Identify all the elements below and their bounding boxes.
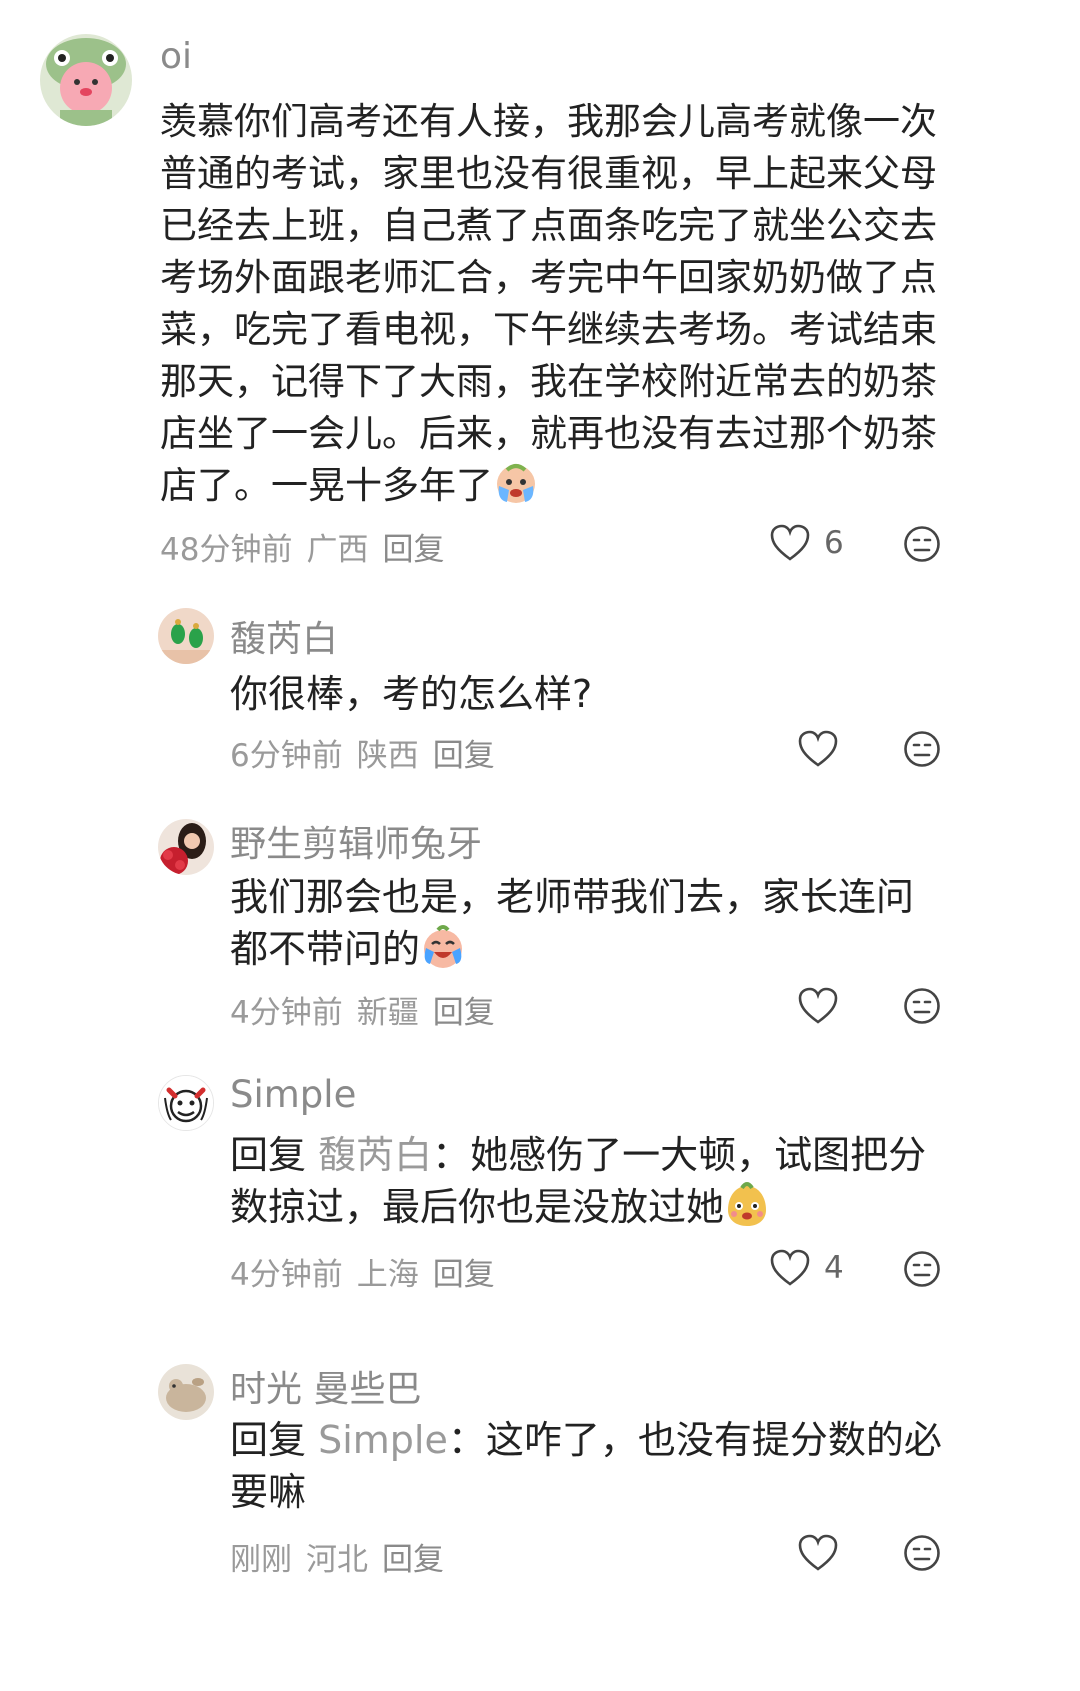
heart-outline-icon [798, 730, 838, 767]
neutral-face-icon [904, 1535, 940, 1571]
comment-text-body: 羡慕你们高考还有人接，我那会儿高考就像一次普通的考试，家里也没有很重视，早上起来… [160, 100, 937, 507]
like-count: 6 [824, 525, 844, 561]
like-button[interactable] [798, 987, 838, 1025]
like-button[interactable]: 6 [770, 524, 844, 562]
avatar[interactable] [158, 819, 214, 875]
dislike-button[interactable] [903, 1534, 941, 1576]
timestamp: 4分钟前 [230, 995, 343, 1031]
location: 上海 [356, 1257, 419, 1293]
comment-meta: 4分钟前 新疆 回复 [230, 987, 509, 1032]
avatar[interactable] [158, 1364, 214, 1420]
location: 新疆 [356, 995, 419, 1031]
colon: ： [432, 1133, 471, 1177]
dislike-button[interactable] [903, 987, 941, 1029]
neutral-face-icon [904, 1251, 940, 1287]
neutral-face-icon [904, 731, 940, 767]
username[interactable]: 馥芮白 [230, 610, 338, 662]
timestamp: 6分钟前 [230, 738, 343, 774]
avatar[interactable] [40, 34, 132, 126]
comment-item: Simple 回复 馥芮白：她感伤了一大顿，试图把分数掠过，最后你也是没放过她 … [0, 1057, 1080, 1342]
avatar[interactable] [158, 1075, 214, 1131]
comment-meta: 6分钟前 陕西 回复 [230, 730, 509, 775]
reply-button[interactable]: 回复 [382, 1542, 444, 1578]
username[interactable]: Simple [230, 1073, 356, 1116]
like-count: 4 [824, 1250, 844, 1286]
neutral-face-icon [904, 988, 940, 1024]
comment-text: 回复 馥芮白：她感伤了一大顿，试图把分数掠过，最后你也是没放过她 [230, 1129, 960, 1233]
reply-target-username[interactable]: Simple [318, 1418, 448, 1462]
reply-button[interactable]: 回复 [433, 995, 495, 1031]
location: 广西 [306, 532, 369, 568]
smiling-mascot-emoji [728, 1182, 767, 1226]
reply-button[interactable]: 回复 [433, 1257, 495, 1293]
comment-text: 回复 Simple：这咋了，也没有提分数的必要嘛 [230, 1414, 960, 1518]
like-button[interactable] [798, 730, 838, 768]
location: 陕西 [356, 738, 419, 774]
username[interactable]: 时光 曼些巴 [230, 1360, 421, 1412]
comment-item: 馥芮白 你很棒，考的怎么样? 6分钟前 陕西 回复 [0, 590, 1080, 795]
timestamp: 48分钟前 [160, 532, 293, 568]
avatar[interactable] [158, 608, 214, 664]
neutral-face-icon [904, 526, 940, 562]
reply-prefix: 回复 [230, 1418, 307, 1462]
comment-text: 羡慕你们高考还有人接，我那会儿高考就像一次普通的考试，家里也没有很重视，早上起来… [160, 96, 950, 512]
like-button[interactable] [798, 1534, 838, 1572]
username[interactable]: 野生剪辑师兔牙 [230, 815, 482, 867]
colon: ： [447, 1418, 486, 1462]
reply-target-username[interactable]: 馥芮白 [318, 1133, 432, 1177]
dislike-button[interactable] [903, 525, 941, 567]
comment-text: 你很棒，考的怎么样? [230, 666, 950, 722]
dislike-button[interactable] [903, 1250, 941, 1292]
comment-item: 野生剪辑师兔牙 我们那会也是，老师带我们去，家长连问都不带问的 4分钟前 新疆 回复 [0, 795, 1080, 1057]
comment-meta: 4分钟前 上海 回复 [230, 1249, 509, 1294]
heart-outline-icon [798, 1534, 838, 1571]
comment-item: 时光 曼些巴 回复 Simple：这咋了，也没有提分数的必要嘛 刚刚 河北 回复 [0, 1342, 1080, 1691]
comment-text-body: 我们那会也是，老师带我们去，家长连问都不带问的 [230, 875, 915, 971]
location: 河北 [306, 1542, 368, 1578]
comment-meta: 刚刚 河北 回复 [230, 1534, 458, 1579]
reply-button[interactable]: 回复 [433, 738, 495, 774]
comment-text: 我们那会也是，老师带我们去，家长连问都不带问的 [230, 871, 950, 975]
heart-outline-icon [770, 524, 810, 561]
username[interactable]: oi [160, 36, 192, 77]
reply-button[interactable]: 回复 [382, 532, 444, 568]
comment-meta: 48分钟前 广西 回复 [160, 524, 458, 569]
heart-outline-icon [798, 987, 838, 1024]
crying-face-emoji [497, 464, 535, 503]
dislike-button[interactable] [903, 730, 941, 772]
laughing-tears-emoji [424, 925, 463, 968]
timestamp: 刚刚 [230, 1542, 292, 1578]
comment-item: oi 羡慕你们高考还有人接，我那会儿高考就像一次普通的考试，家里也没有很重视，早… [0, 0, 1080, 590]
reply-prefix: 回复 [230, 1133, 307, 1177]
like-button[interactable]: 4 [770, 1249, 844, 1287]
heart-outline-icon [770, 1249, 810, 1286]
timestamp: 4分钟前 [230, 1257, 343, 1293]
comment-text-body: 你很棒，考的怎么样? [230, 672, 593, 716]
